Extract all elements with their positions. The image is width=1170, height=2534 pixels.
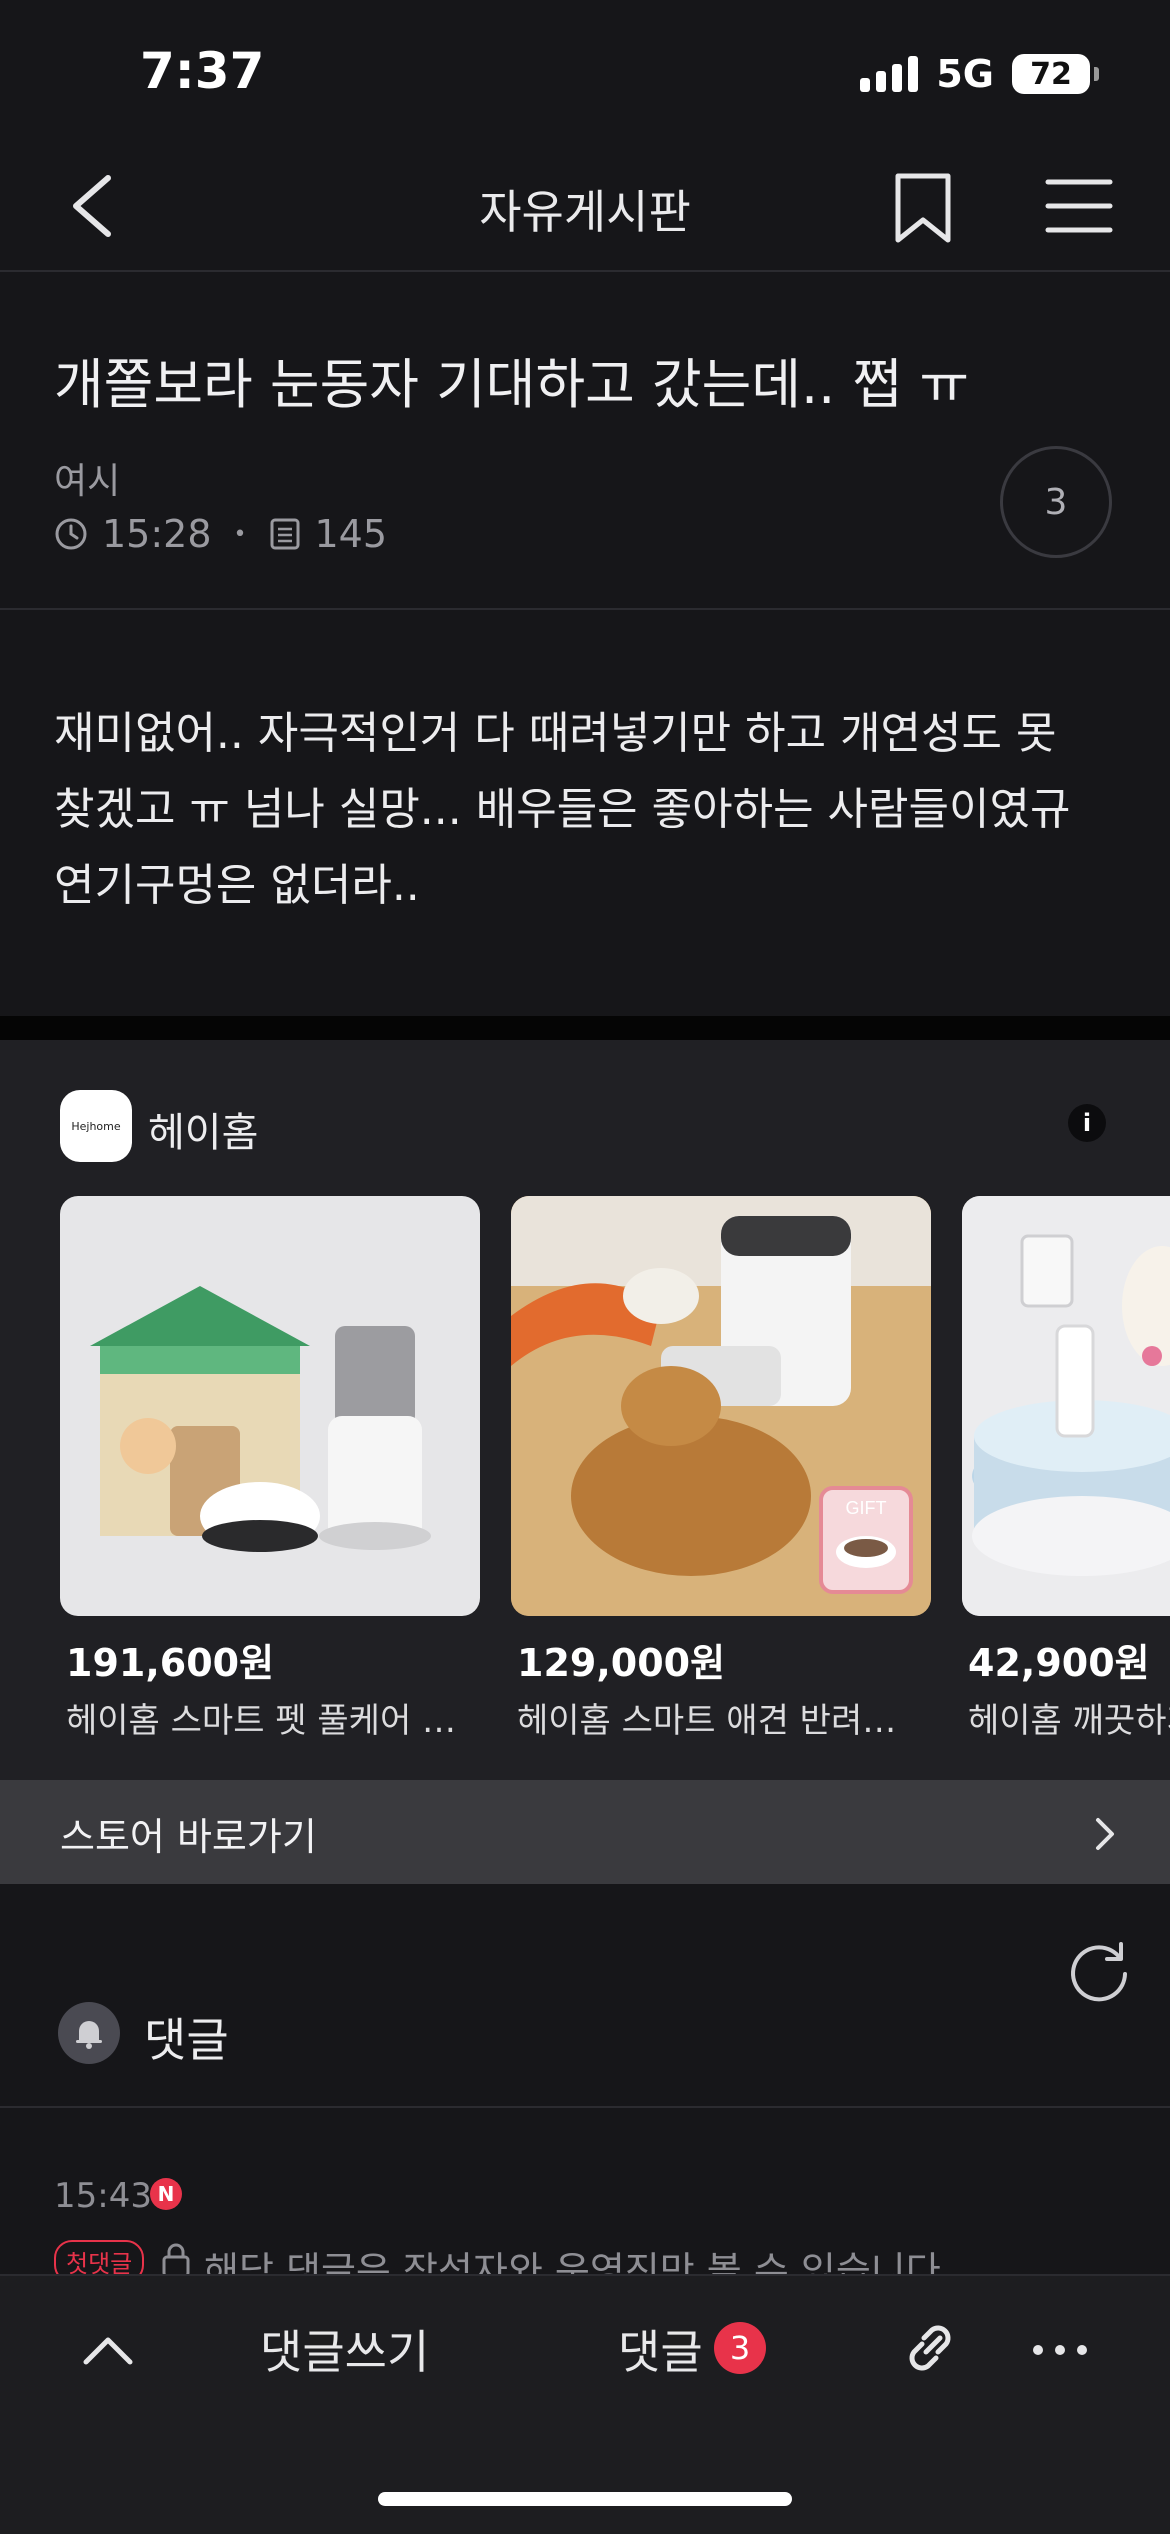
product-price: 191,600원	[66, 1641, 275, 1685]
gift-badge: GIFT	[846, 1498, 887, 1518]
post-meta: 15:28 • 145	[54, 512, 387, 556]
status-time: 7:37	[140, 42, 265, 100]
document-icon	[270, 518, 299, 550]
advertiser-logo[interactable]: Hejhome	[60, 1090, 132, 1162]
product-name: 헤이홈 스마트 펫 풀케어 세트	[66, 1701, 476, 1741]
section-gap	[0, 1016, 1170, 1040]
product-image	[60, 1196, 480, 1616]
home-indicator[interactable]	[378, 2492, 792, 2506]
info-icon[interactable]: i	[1068, 1104, 1106, 1142]
post-time: 15:28	[102, 512, 212, 556]
comment-count-button[interactable]: 3	[1000, 446, 1112, 558]
board-title: 자유게시판	[479, 185, 691, 239]
hamburger-menu-icon[interactable]	[1044, 174, 1114, 238]
chevron-right-icon[interactable]	[1090, 1814, 1120, 1854]
advertiser-name[interactable]: 헤이홈	[148, 1100, 258, 1158]
product-price: 42,900원	[968, 1641, 1150, 1685]
post-title: 개쫄보라 눈동자 기대하고 갔는데.. 쩝 ㅠ	[54, 353, 970, 416]
chevron-up-icon[interactable]	[80, 2322, 136, 2378]
product-name: 헤이홈 스마트 애견 반려동물 급식기	[517, 1701, 927, 1741]
product-image	[962, 1196, 1170, 1616]
body-line: 연기구멍은 없더라..	[54, 860, 420, 911]
divider	[0, 608, 1170, 610]
write-comment-button[interactable]: 댓글쓰기	[260, 2316, 429, 2382]
more-options-icon[interactable]	[1030, 2340, 1090, 2360]
battery-icon: 72	[1012, 54, 1099, 94]
comments-heading: 댓글	[144, 2013, 229, 2067]
meta-separator: •	[233, 521, 247, 547]
logo-text: Hejhome	[71, 1119, 121, 1133]
new-badge: N	[150, 2178, 182, 2210]
post-author[interactable]: 여시	[54, 452, 120, 504]
notification-bell-icon[interactable]	[58, 2002, 120, 2064]
post-views: 145	[314, 512, 388, 556]
product-image: GIFT	[511, 1196, 931, 1616]
divider	[0, 270, 1170, 272]
status-indicators: 5G 72	[860, 52, 1099, 96]
lock-icon	[162, 2243, 190, 2278]
post-body: 재미없어.. 자극적인거 다 때려넣기만 하고 개연성도 못 찾겠고 ㅠ 넘나 …	[54, 696, 1124, 924]
battery-level: 72	[1030, 56, 1072, 92]
product-price: 129,000원	[517, 1641, 726, 1685]
store-link-label[interactable]: 스토어 바로가기	[60, 1806, 317, 1861]
clock-icon	[55, 518, 87, 550]
product-card[interactable]: 191,600원 헤이홈 스마트 펫 풀케어 세트	[60, 1196, 480, 1742]
product-card[interactable]: GIFT 129,000원 헤이홈 스마트 애견 반려동물 급식기	[511, 1196, 931, 1742]
link-icon[interactable]	[896, 2314, 964, 2382]
comment-count-badge[interactable]: 3	[714, 2322, 766, 2374]
refresh-icon[interactable]	[1064, 1936, 1134, 2006]
comments-button[interactable]: 댓글	[618, 2316, 703, 2382]
product-name: 헤이홈 깨끗하게	[968, 1701, 1170, 1741]
comment-time: 15:43	[54, 2176, 152, 2216]
divider	[0, 2106, 1170, 2108]
product-card[interactable]: 42,900원 헤이홈 깨끗하게	[962, 1196, 1170, 1742]
bookmark-icon[interactable]	[890, 170, 956, 246]
network-type: 5G	[936, 52, 994, 96]
body-line: 찾겠고 ㅠ 넘나 실망... 배우들은 좋아하는 사람들이였규	[54, 784, 1071, 835]
signal-icon	[860, 56, 919, 92]
body-line: 재미없어.. 자극적인거 다 때려넣기만 하고 개연성도 못	[54, 708, 1057, 759]
